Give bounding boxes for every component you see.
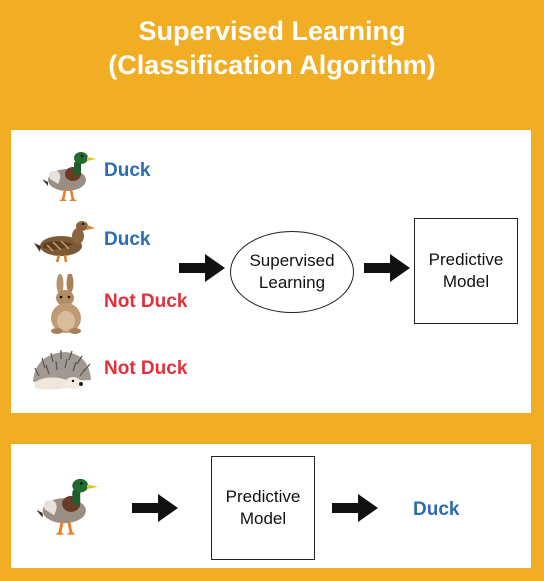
training-label-4: Not Duck (104, 358, 188, 379)
arrow-right-icon (179, 254, 225, 282)
rabbit-icon (51, 274, 81, 334)
duck-mallard-icon (37, 478, 99, 535)
predictive-model-box: Predictive Model (414, 218, 518, 324)
training-label-2: Duck (104, 229, 151, 250)
arrow-right-icon (332, 494, 378, 522)
title-line-1: Supervised Learning (138, 16, 406, 46)
arrow-right-icon (364, 254, 410, 282)
hedgehog-icon (33, 350, 91, 390)
predictive-model-label: Predictive Model (225, 487, 301, 528)
duck-female-icon (34, 221, 95, 263)
training-label-1: Duck (104, 160, 151, 181)
arrow-right-icon (132, 494, 178, 522)
predictive-model-label: Predictive Model (428, 250, 504, 291)
title-line-2: (Classification Algorithm) (108, 50, 436, 80)
prediction-output-label: Duck (413, 499, 460, 520)
duck-mallard-icon (43, 152, 97, 201)
training-label-3: Not Duck (104, 291, 188, 312)
prediction-panel: Predictive Model Duck (11, 444, 531, 568)
supervised-learning-node: Supervised Learning (230, 231, 354, 313)
predictive-model-box: Predictive Model (211, 456, 315, 560)
training-panel: Duck Duck Not Duck Not Duck Supervised L… (11, 130, 531, 413)
supervised-learning-label: Supervised Learning (249, 251, 335, 292)
